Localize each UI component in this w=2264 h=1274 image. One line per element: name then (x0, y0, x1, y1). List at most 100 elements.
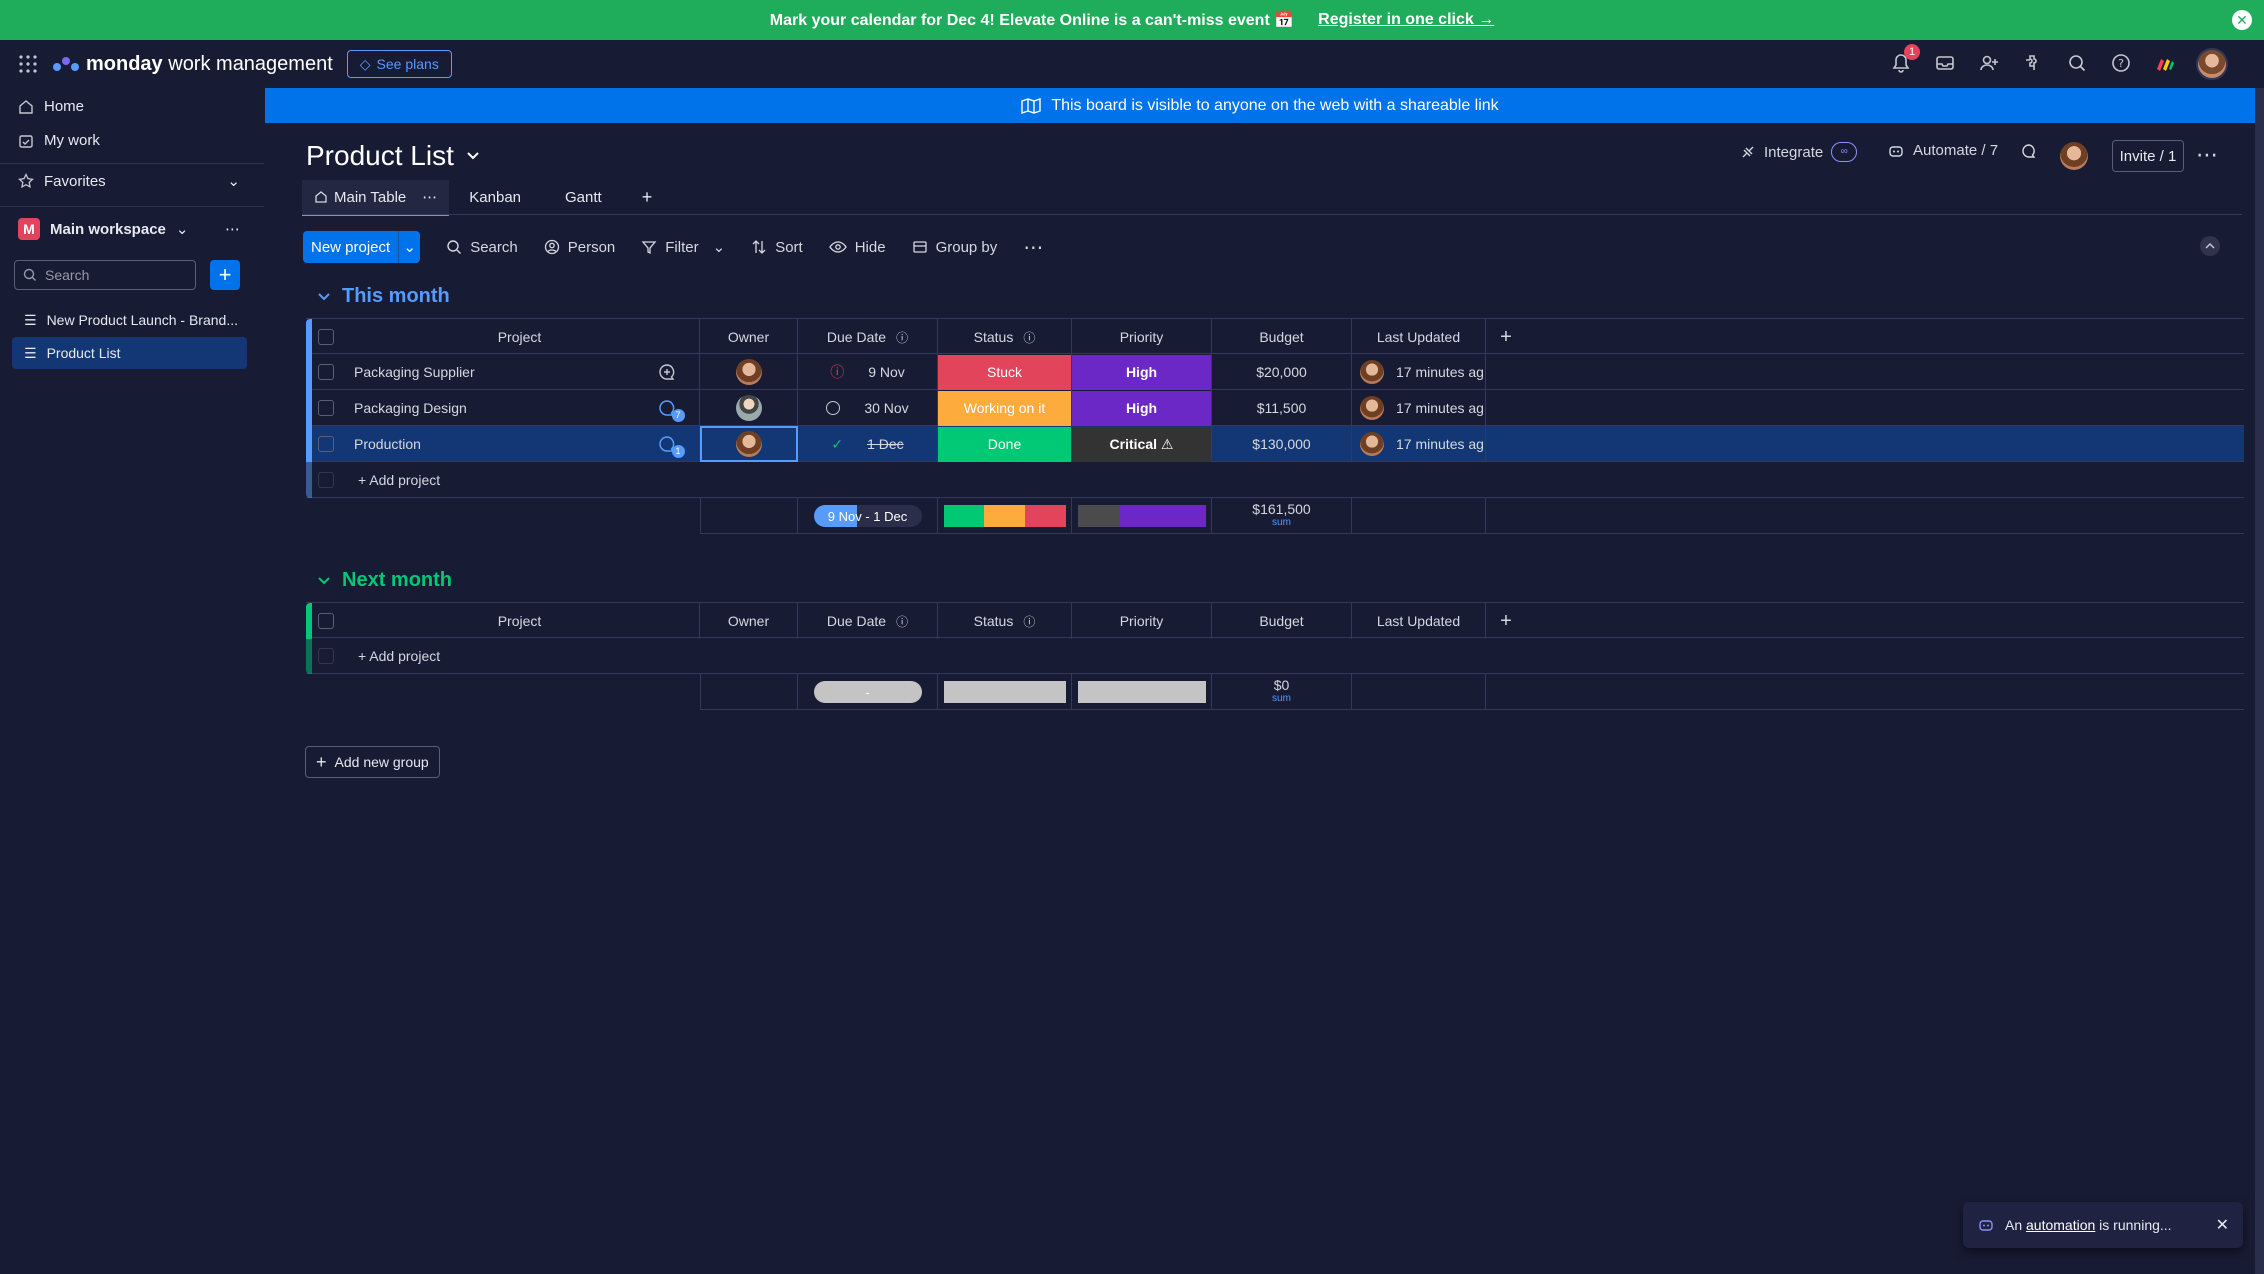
person-filter-button[interactable]: Person (534, 231, 626, 263)
group-title-next-month[interactable]: Next month (318, 569, 452, 592)
more-options-icon[interactable]: ⋯ (1013, 231, 1053, 263)
close-icon[interactable]: ✕ (2216, 1215, 2229, 1235)
board-members-avatar[interactable] (2060, 142, 2088, 170)
column-header-project[interactable]: Project (340, 603, 700, 639)
automate-button[interactable]: Automate / 7 (1887, 142, 1998, 159)
add-project-input[interactable]: + Add project (340, 462, 640, 498)
sidebar-search-input[interactable]: Search (14, 260, 196, 290)
column-header-due-date[interactable]: Due Date ⓘ (798, 603, 938, 639)
register-link[interactable]: Register in one click → (1318, 11, 1494, 29)
inbox-icon[interactable] (1934, 52, 1958, 76)
due-date-cell[interactable]: ⓘ 9 Nov (798, 354, 938, 390)
add-column-icon[interactable]: + (1486, 603, 1526, 639)
tab-kanban[interactable]: Kanban (457, 180, 533, 214)
due-date-cell[interactable]: 30 Nov (798, 390, 938, 426)
workspace-switcher-icon[interactable] (2154, 53, 2176, 75)
budget-summary[interactable]: $0 sum (1212, 674, 1352, 710)
chevron-down-icon[interactable]: ⌄ (398, 231, 420, 263)
apps-grid-icon[interactable] (18, 54, 38, 74)
owner-cell[interactable] (700, 390, 798, 426)
sidebar-board-new-product-launch[interactable]: ☰ New Product Launch - Brand... (12, 304, 247, 336)
filter-button[interactable]: Filter ⌄ (631, 231, 735, 263)
project-name[interactable]: Packaging Design (340, 390, 640, 426)
invite-members-icon[interactable] (1978, 52, 2002, 76)
sidebar-item-favorites[interactable]: Favorites ⌄ (18, 172, 240, 190)
budget-cell[interactable]: $130,000 (1212, 426, 1352, 462)
status-summary[interactable] (938, 498, 1072, 534)
table-row[interactable]: Packaging Supplier ⓘ 9 Nov Stuck High $2… (306, 354, 2244, 390)
priority-summary[interactable] (1072, 498, 1212, 534)
help-icon[interactable]: ? (2110, 52, 2134, 76)
see-plans-button[interactable]: ◇ See plans (346, 50, 452, 78)
sort-button[interactable]: Sort (741, 231, 813, 263)
hide-button[interactable]: Hide (819, 231, 896, 263)
project-name[interactable]: Packaging Supplier (340, 354, 640, 390)
select-all-checkbox[interactable] (318, 329, 334, 345)
board-menu-icon[interactable]: ⋯ (2196, 142, 2219, 168)
priority-summary[interactable] (1072, 674, 1212, 710)
column-header-owner[interactable]: Owner (700, 603, 798, 639)
column-header-last-updated[interactable]: Last Updated (1352, 319, 1486, 355)
owner-cell[interactable] (700, 426, 798, 462)
due-date-summary[interactable]: 9 Nov - 1 Dec (798, 498, 938, 534)
select-all-checkbox[interactable] (318, 613, 334, 629)
collapse-header-button[interactable] (2200, 236, 2220, 256)
workspace-selector[interactable]: M Main workspace ⌄ ⋯ (18, 218, 240, 240)
row-checkbox[interactable] (318, 400, 334, 416)
add-project-input[interactable]: + Add project (340, 638, 640, 674)
more-options-icon[interactable]: ⋯ (225, 220, 240, 238)
monday-logo-icon[interactable] (52, 54, 80, 74)
add-project-row[interactable]: + Add project (306, 638, 2244, 674)
add-item-button[interactable]: + (210, 260, 240, 290)
due-date-summary[interactable]: - (798, 674, 938, 710)
integrate-button[interactable]: Integrate ∞ (1740, 142, 1858, 162)
status-summary[interactable] (938, 674, 1072, 710)
column-header-priority[interactable]: Priority (1072, 319, 1212, 355)
project-name[interactable]: Production (340, 426, 640, 462)
priority-cell[interactable]: High (1072, 390, 1212, 426)
column-header-owner[interactable]: Owner (700, 319, 798, 355)
status-cell[interactable]: Done (938, 426, 1072, 462)
column-header-status[interactable]: Status ⓘ (938, 603, 1072, 639)
add-view-icon[interactable]: + (630, 180, 665, 214)
column-header-budget[interactable]: Budget (1212, 319, 1352, 355)
budget-cell[interactable]: $20,000 (1212, 354, 1352, 390)
column-header-due-date[interactable]: Due Date ⓘ (798, 319, 938, 355)
board-title[interactable]: Product List (306, 140, 480, 172)
budget-cell[interactable]: $11,500 (1212, 390, 1352, 426)
budget-summary[interactable]: $161,500 sum (1212, 498, 1352, 534)
scrollbar[interactable] (2255, 88, 2264, 1274)
column-header-last-updated[interactable]: Last Updated (1352, 603, 1486, 639)
row-checkbox[interactable] (318, 364, 334, 380)
chevron-down-icon[interactable]: ⌄ (713, 238, 726, 256)
updates-icon[interactable]: 7 (634, 390, 700, 426)
owner-cell[interactable] (700, 354, 798, 390)
close-icon[interactable]: ✕ (2232, 10, 2252, 30)
add-project-row[interactable]: + Add project (306, 462, 2244, 498)
tab-main-table[interactable]: Main Table ⋯ (302, 180, 450, 216)
apps-icon[interactable] (2022, 52, 2046, 76)
group-title-this-month[interactable]: This month (318, 285, 450, 308)
priority-cell[interactable]: High (1072, 354, 1212, 390)
user-avatar[interactable] (2196, 48, 2228, 80)
column-header-priority[interactable]: Priority (1072, 603, 1212, 639)
due-date-cell[interactable]: ✓ 1 Dec (798, 426, 938, 462)
table-row[interactable]: Packaging Design 7 30 Nov Working on it … (306, 390, 2244, 426)
updates-icon[interactable]: 1 (634, 426, 700, 462)
new-project-button[interactable]: New project ⌄ (303, 231, 421, 263)
status-cell[interactable]: Stuck (938, 354, 1072, 390)
add-update-icon[interactable] (634, 354, 700, 390)
add-column-icon[interactable]: + (1486, 319, 1526, 355)
sidebar-board-product-list[interactable]: ☰ Product List (12, 337, 247, 369)
search-icon[interactable] (2066, 52, 2090, 76)
updates-button[interactable] (2020, 142, 2038, 160)
column-header-project[interactable]: Project (340, 319, 700, 355)
sidebar-item-my-work[interactable]: My work (18, 132, 100, 149)
group-by-button[interactable]: Group by (902, 231, 1008, 263)
more-options-icon[interactable]: ⋯ (422, 188, 437, 206)
sidebar-item-home[interactable]: Home (18, 98, 84, 115)
column-header-budget[interactable]: Budget (1212, 603, 1352, 639)
table-row[interactable]: Production 1 ✓ 1 Dec Done Critical ⚠ $13… (306, 426, 2244, 462)
row-checkbox[interactable] (318, 436, 334, 452)
priority-cell[interactable]: Critical ⚠ (1072, 426, 1212, 462)
